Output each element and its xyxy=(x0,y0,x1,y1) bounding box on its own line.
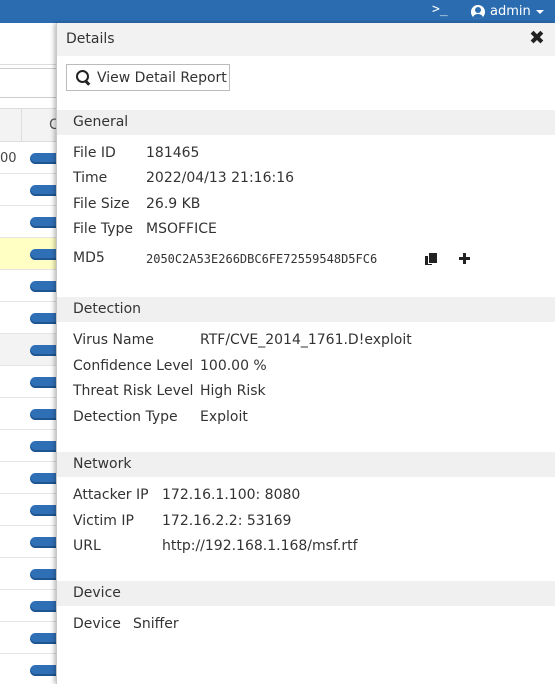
virus-name-row: Virus Name RTF/CVE_2014_1761.D!exploit xyxy=(73,332,543,352)
threat-risk-value: High Risk xyxy=(200,383,266,399)
table-row[interactable] xyxy=(0,590,70,622)
confidence-value: 100.00 % xyxy=(200,358,267,374)
table-row[interactable]: 00 xyxy=(0,142,70,174)
confidence-label: Confidence Level xyxy=(73,358,194,374)
background-table-header: C xyxy=(0,108,60,143)
file-type-label: File Type xyxy=(73,221,134,237)
threat-risk-label: Threat Risk Level xyxy=(73,383,194,399)
table-row[interactable] xyxy=(0,398,70,430)
user-icon xyxy=(471,4,485,19)
background-toolbar xyxy=(0,23,60,65)
copy-icon[interactable] xyxy=(425,253,437,266)
threat-risk-row: Threat Risk Level High Risk xyxy=(73,383,543,403)
file-size-label: File Size xyxy=(73,196,130,212)
column-divider xyxy=(21,109,22,143)
details-title: Details xyxy=(66,31,115,47)
victim-ip-value: 172.16.2.2: 53169 xyxy=(162,513,292,529)
table-row[interactable] xyxy=(0,526,70,558)
table-row[interactable] xyxy=(0,462,70,494)
file-id-row: File ID 181465 xyxy=(73,145,543,165)
table-row[interactable] xyxy=(0,174,70,206)
table-row[interactable] xyxy=(0,366,70,398)
virus-name-label: Virus Name xyxy=(73,332,154,348)
confidence-row: Confidence Level 100.00 % xyxy=(73,358,543,378)
detection-heading: Detection xyxy=(73,301,142,317)
table-row[interactable] xyxy=(0,558,70,590)
background-search-input[interactable] xyxy=(0,68,60,98)
network-heading: Network xyxy=(73,456,132,472)
virus-name-value: RTF/CVE_2014_1761.D!exploit xyxy=(200,332,412,348)
time-value: 2022/04/13 21:16:16 xyxy=(146,170,295,186)
device-label: Device xyxy=(73,616,121,632)
view-detail-report-label: View Detail Report xyxy=(97,69,227,86)
detection-type-value: Exploit xyxy=(200,409,248,425)
network-section-header: Network xyxy=(57,452,555,477)
file-type-row: File Type MSOFFICE xyxy=(73,221,543,241)
url-value: http://192.168.1.168/msf.rtf xyxy=(162,538,358,554)
chevron-down-icon xyxy=(535,10,544,14)
table-row[interactable] xyxy=(0,334,70,366)
file-size-row: File Size 26.9 KB xyxy=(73,196,543,216)
details-header: Details ✖ xyxy=(57,23,555,56)
time-label: Time xyxy=(73,170,108,186)
device-section-header: Device xyxy=(57,581,555,606)
file-id-value: 181465 xyxy=(146,145,200,161)
md5-row: MD5 2050C2A53E266DBC6FE72559548D5FC6 xyxy=(73,250,543,270)
detection-section-header: Detection xyxy=(57,297,555,322)
victim-ip-row: Victim IP 172.16.2.2: 53169 xyxy=(73,513,543,533)
time-row: Time 2022/04/13 21:16:16 xyxy=(73,170,543,190)
user-name: admin xyxy=(490,4,531,19)
url-row: URL http://192.168.1.168/msf.rtf xyxy=(73,538,543,558)
file-type-value: MSOFFICE xyxy=(146,221,217,237)
row-cell-text: 00 xyxy=(0,151,17,166)
table-row[interactable] xyxy=(0,302,70,334)
detection-type-label: Detection Type xyxy=(73,409,178,425)
victim-ip-label: Victim IP xyxy=(73,513,134,529)
general-section-header: General xyxy=(57,110,555,135)
top-bar: >_ admin xyxy=(0,0,555,23)
file-id-label: File ID xyxy=(73,145,116,161)
table-row[interactable] xyxy=(0,430,70,462)
file-size-value: 26.9 KB xyxy=(146,196,201,212)
attacker-ip-row: Attacker IP 172.16.1.100: 8080 xyxy=(73,487,543,507)
device-heading: Device xyxy=(73,585,121,601)
attacker-ip-value: 172.16.1.100: 8080 xyxy=(162,487,301,503)
table-row[interactable] xyxy=(0,654,70,684)
device-value: Sniffer xyxy=(133,616,179,632)
table-row[interactable] xyxy=(0,206,70,238)
table-row[interactable] xyxy=(0,494,70,526)
table-row[interactable] xyxy=(0,270,70,302)
md5-value: 2050C2A53E266DBC6FE72559548D5FC6 xyxy=(146,252,378,266)
detection-type-row: Detection Type Exploit xyxy=(73,409,543,429)
close-icon[interactable]: ✖ xyxy=(529,27,545,49)
md5-label: MD5 xyxy=(73,250,105,266)
url-label: URL xyxy=(73,538,101,554)
table-row[interactable] xyxy=(0,622,70,654)
cli-console-icon[interactable]: >_ xyxy=(432,0,448,23)
plus-icon[interactable] xyxy=(459,253,470,264)
table-row-selected[interactable] xyxy=(0,238,70,270)
device-row: Device Sniffer xyxy=(73,616,543,636)
details-panel: Details ✖ View Detail Report General Fil… xyxy=(56,23,555,684)
view-detail-report-button[interactable]: View Detail Report xyxy=(66,64,230,91)
search-icon xyxy=(76,70,91,85)
user-menu[interactable]: admin xyxy=(471,0,544,23)
attacker-ip-label: Attacker IP xyxy=(73,487,149,503)
general-heading: General xyxy=(73,114,129,130)
